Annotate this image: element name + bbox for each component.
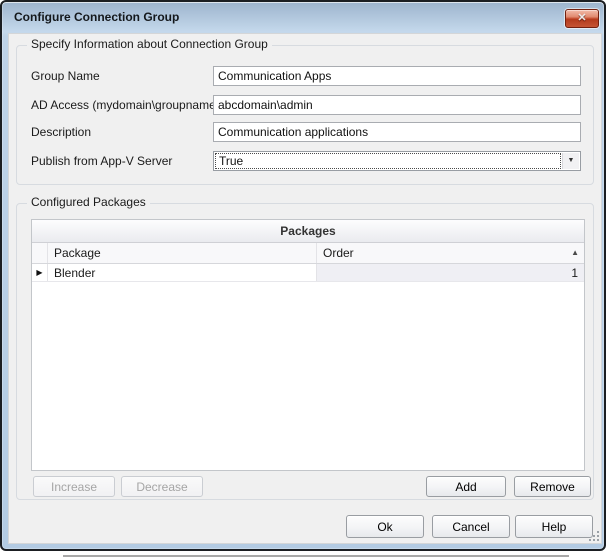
resize-grip-icon[interactable] [588, 530, 599, 541]
order-column-header[interactable]: Order ▲ [317, 243, 584, 263]
desktop-background: Configure Connection Group ✕ Specify Inf… [0, 0, 608, 558]
dialog-window: Configure Connection Group ✕ Specify Inf… [0, 0, 606, 551]
row-selector-cell: ▶ [32, 264, 48, 281]
group-name-label: Group Name [31, 66, 100, 86]
decrease-button: Decrease [121, 476, 203, 497]
chevron-down-icon: ▼ [563, 153, 579, 169]
package-column-label: Package [54, 246, 101, 260]
close-button[interactable]: ✕ [565, 9, 599, 28]
packages-table-title: Packages [32, 220, 584, 243]
package-cell: Blender [48, 264, 317, 281]
background-window-edge [63, 555, 569, 557]
window-title: Configure Connection Group [14, 2, 179, 32]
publish-label: Publish from App-V Server [31, 151, 172, 171]
ad-access-label: AD Access (mydomain\groupname) [31, 95, 220, 115]
description-label: Description [31, 122, 91, 142]
increase-button: Increase [33, 476, 115, 497]
order-column-label: Order [323, 246, 354, 260]
cancel-button[interactable]: Cancel [432, 515, 510, 538]
remove-button[interactable]: Remove [514, 476, 591, 497]
group-name-input[interactable] [213, 66, 581, 86]
group-name-row: Group Name [17, 66, 593, 86]
packages-groupbox: Configured Packages Packages Package Ord… [16, 203, 594, 500]
description-row: Description [17, 122, 593, 142]
row-selector-header-cell [32, 243, 48, 263]
info-groupbox-legend: Specify Information about Connection Gro… [27, 37, 272, 51]
ad-access-input[interactable] [213, 95, 581, 115]
close-icon: ✕ [566, 10, 598, 27]
packages-table-header-row: Package Order ▲ [32, 243, 584, 264]
titlebar[interactable]: Configure Connection Group ✕ [2, 2, 604, 33]
packages-groupbox-legend: Configured Packages [27, 195, 150, 209]
row-selector-icon: ▶ [36, 269, 42, 277]
info-groupbox: Specify Information about Connection Gro… [16, 45, 594, 185]
table-row[interactable]: ▶ Blender 1 [32, 264, 584, 282]
help-button[interactable]: Help [515, 515, 593, 538]
publish-select-dropdown-button[interactable]: ▼ [562, 153, 579, 169]
publish-row: Publish from App-V Server True ▼ [17, 151, 593, 171]
add-button[interactable]: Add [426, 476, 506, 497]
package-column-header[interactable]: Package [48, 243, 317, 263]
publish-select-value: True [215, 153, 561, 169]
ad-access-row: AD Access (mydomain\groupname) [17, 95, 593, 115]
sort-ascending-icon: ▲ [571, 249, 579, 257]
ok-button[interactable]: Ok [346, 515, 424, 538]
dialog-content: Specify Information about Connection Gro… [8, 33, 602, 544]
order-cell: 1 [317, 264, 584, 281]
publish-select[interactable]: True ▼ [213, 151, 581, 171]
description-input[interactable] [213, 122, 581, 142]
packages-table-empty-area [32, 282, 584, 470]
packages-table: Packages Package Order ▲ ▶ [31, 219, 585, 471]
